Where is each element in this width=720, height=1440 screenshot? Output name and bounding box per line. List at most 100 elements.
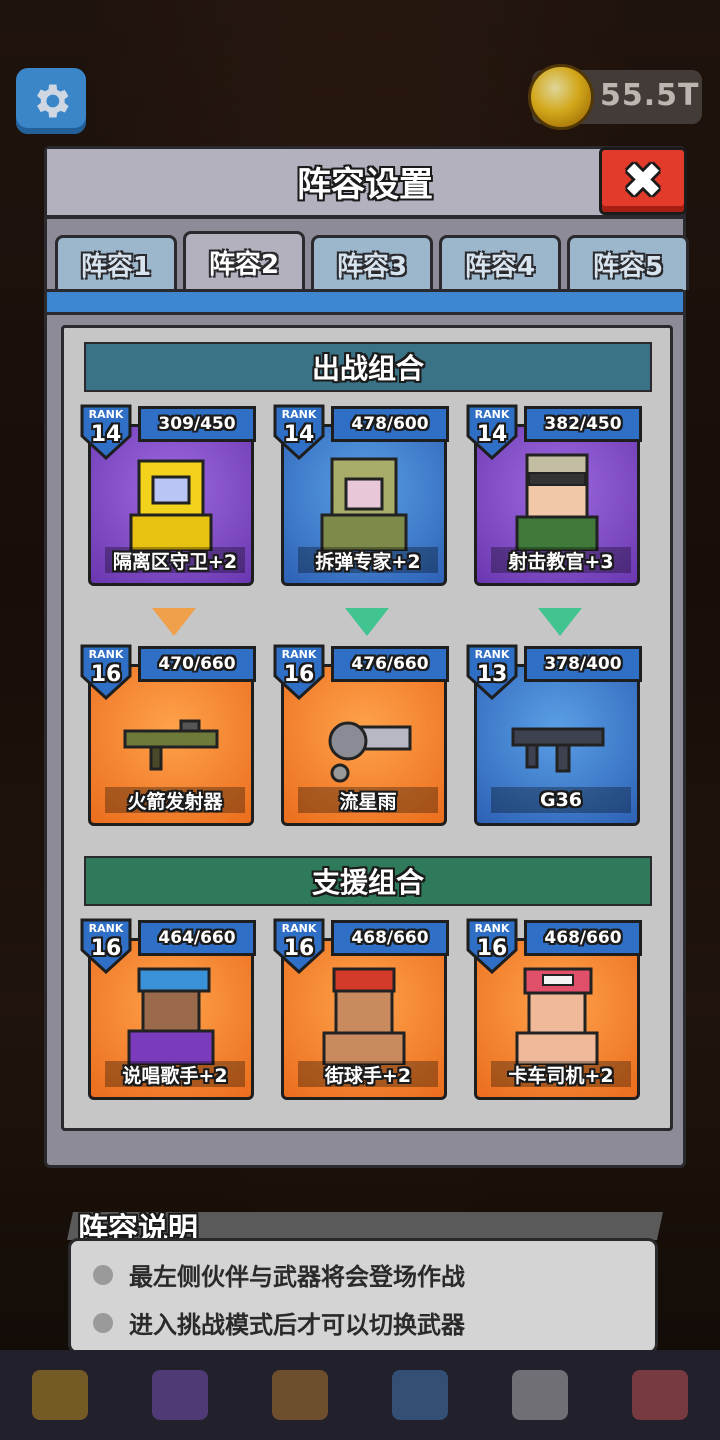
battle-section-header: 出战组合 — [84, 342, 652, 392]
rank-badge: RANK 13 — [466, 642, 518, 700]
rank-label: RANK — [474, 408, 510, 421]
down-arrow-icon — [152, 606, 196, 636]
hero-name: 隔离区守卫+2 — [105, 547, 245, 573]
tab-lineup-4[interactable]: 阵容4 — [439, 235, 561, 290]
hero-card[interactable]: 射击教官+3 382/450 RANK 14 — [466, 404, 642, 586]
rank-label: RANK — [474, 922, 510, 935]
rank-level: 13 — [476, 662, 508, 687]
rank-label: RANK — [281, 648, 317, 661]
crossed-swords-icon[interactable] — [512, 1370, 568, 1420]
note-item: 进入挑战模式后才可以切换武器 — [93, 1305, 465, 1340]
card-progress: 476/660 — [331, 646, 449, 682]
weapon-card[interactable]: 流星雨 476/660 RANK 16 — [273, 644, 449, 826]
hero-name: 拆弹专家+2 — [298, 547, 438, 573]
card-progress: 464/660 — [138, 920, 256, 956]
lineup-content: 出战组合 隔离区守卫+2 309/450 RANK 14 拆弹专家+2 478/… — [61, 325, 673, 1131]
gear-icon — [37, 84, 69, 118]
streetballer-portrait — [322, 967, 406, 1065]
bullet-icon — [93, 1312, 113, 1333]
note-text: 进入挑战模式后才可以切换武器 — [129, 1311, 465, 1339]
rank-label: RANK — [88, 648, 124, 661]
rank-badge: RANK 14 — [273, 402, 325, 460]
lineup-tabs: 阵容1 阵容2 阵容3 阵容4 阵容5 — [55, 231, 689, 290]
card-progress: 378/400 — [524, 646, 642, 682]
rank-badge: RANK 16 — [273, 916, 325, 974]
tab-lineup-1[interactable]: 阵容1 — [55, 235, 177, 290]
rank-level: 16 — [283, 936, 315, 961]
support-name: 街球手+2 — [298, 1061, 438, 1087]
support-card[interactable]: 街球手+2 468/660 RANK 16 — [273, 918, 449, 1100]
weapon-card[interactable]: 火箭发射器 470/660 RANK 16 — [80, 644, 256, 826]
rapper-portrait — [127, 967, 215, 1065]
support-card[interactable]: 说唱歌手+2 464/660 RANK 16 — [80, 918, 256, 1100]
rank-level: 16 — [90, 936, 122, 961]
support-name: 说唱歌手+2 — [105, 1061, 245, 1087]
close-icon: ✖ — [622, 153, 664, 209]
rank-badge: RANK 16 — [80, 916, 132, 974]
card-progress: 468/660 — [524, 920, 642, 956]
trophy-icon[interactable] — [32, 1370, 88, 1420]
tab-strip — [47, 289, 683, 315]
book-icon[interactable] — [392, 1370, 448, 1420]
hero-card[interactable]: 拆弹专家+2 478/600 RANK 14 — [273, 404, 449, 586]
settings-button[interactable] — [16, 68, 86, 134]
card-progress: 382/450 — [524, 406, 642, 442]
note-text: 最左侧伙伴与武器将会登场作战 — [129, 1263, 465, 1291]
down-arrow-icon — [538, 606, 582, 636]
bottom-nav — [0, 1350, 720, 1440]
rank-level: 16 — [90, 662, 122, 687]
card-progress: 470/660 — [138, 646, 256, 682]
panel-title: 阵容设置 — [297, 165, 433, 205]
rank-label: RANK — [281, 922, 317, 935]
weapon-name: 火箭发射器 — [105, 787, 245, 813]
rocket-launcher-icon — [123, 719, 219, 771]
tab-lineup-3[interactable]: 阵容3 — [311, 235, 433, 290]
rank-level: 14 — [90, 422, 122, 447]
coin-amount: 55.5T — [600, 78, 700, 113]
truck-driver-portrait — [515, 967, 599, 1065]
rank-badge: RANK 16 — [466, 916, 518, 974]
shooting-instructor-portrait — [515, 453, 599, 551]
minigun-icon — [328, 721, 412, 783]
close-button[interactable]: ✖ — [599, 147, 687, 215]
coin-counter: 55.5T — [528, 64, 702, 130]
rank-badge: RANK 14 — [80, 402, 132, 460]
shop-icon[interactable] — [632, 1370, 688, 1420]
rank-level: 14 — [283, 422, 315, 447]
tab-lineup-5[interactable]: 阵容5 — [567, 235, 689, 290]
rank-label: RANK — [474, 648, 510, 661]
rank-badge: RANK 16 — [80, 642, 132, 700]
hazmat-guard-portrait — [129, 459, 213, 551]
support-section-header: 支援组合 — [84, 856, 652, 906]
hero-name: 射击教官+3 — [491, 547, 631, 573]
coin-icon — [528, 64, 594, 130]
weapon-name: G36 — [491, 787, 631, 813]
bullet-icon — [93, 1264, 113, 1285]
support-name: 卡车司机+2 — [491, 1061, 631, 1087]
rank-label: RANK — [88, 922, 124, 935]
hero-card[interactable]: 隔离区守卫+2 309/450 RANK 14 — [80, 404, 256, 586]
tab-lineup-2[interactable]: 阵容2 — [183, 231, 305, 290]
pistol-icon[interactable] — [272, 1370, 328, 1420]
team-icon[interactable] — [152, 1370, 208, 1420]
notes-box: 最左侧伙伴与武器将会登场作战 进入挑战模式后才可以切换武器 — [68, 1238, 658, 1354]
panel-header: 阵容设置 ✖ — [47, 147, 687, 219]
rank-level: 16 — [283, 662, 315, 687]
weapon-name: 流星雨 — [298, 787, 438, 813]
card-progress: 309/450 — [138, 406, 256, 442]
rank-level: 16 — [476, 936, 508, 961]
lineup-panel: 阵容设置 ✖ 阵容1 阵容2 阵容3 阵容4 阵容5 出战组合 隔离区守卫+2 … — [44, 146, 689, 1168]
rank-badge: RANK 16 — [273, 642, 325, 700]
card-progress: 468/660 — [331, 920, 449, 956]
assault-rifle-icon — [511, 727, 605, 773]
down-arrow-icon — [345, 606, 389, 636]
weapon-card[interactable]: G36 378/400 RANK 13 — [466, 644, 642, 826]
note-item: 最左侧伙伴与武器将会登场作战 — [93, 1257, 465, 1292]
rank-level: 14 — [476, 422, 508, 447]
rank-label: RANK — [88, 408, 124, 421]
support-card[interactable]: 卡车司机+2 468/660 RANK 16 — [466, 918, 642, 1100]
rank-label: RANK — [281, 408, 317, 421]
card-progress: 478/600 — [331, 406, 449, 442]
rank-badge: RANK 14 — [466, 402, 518, 460]
bomb-expert-portrait — [320, 457, 408, 551]
